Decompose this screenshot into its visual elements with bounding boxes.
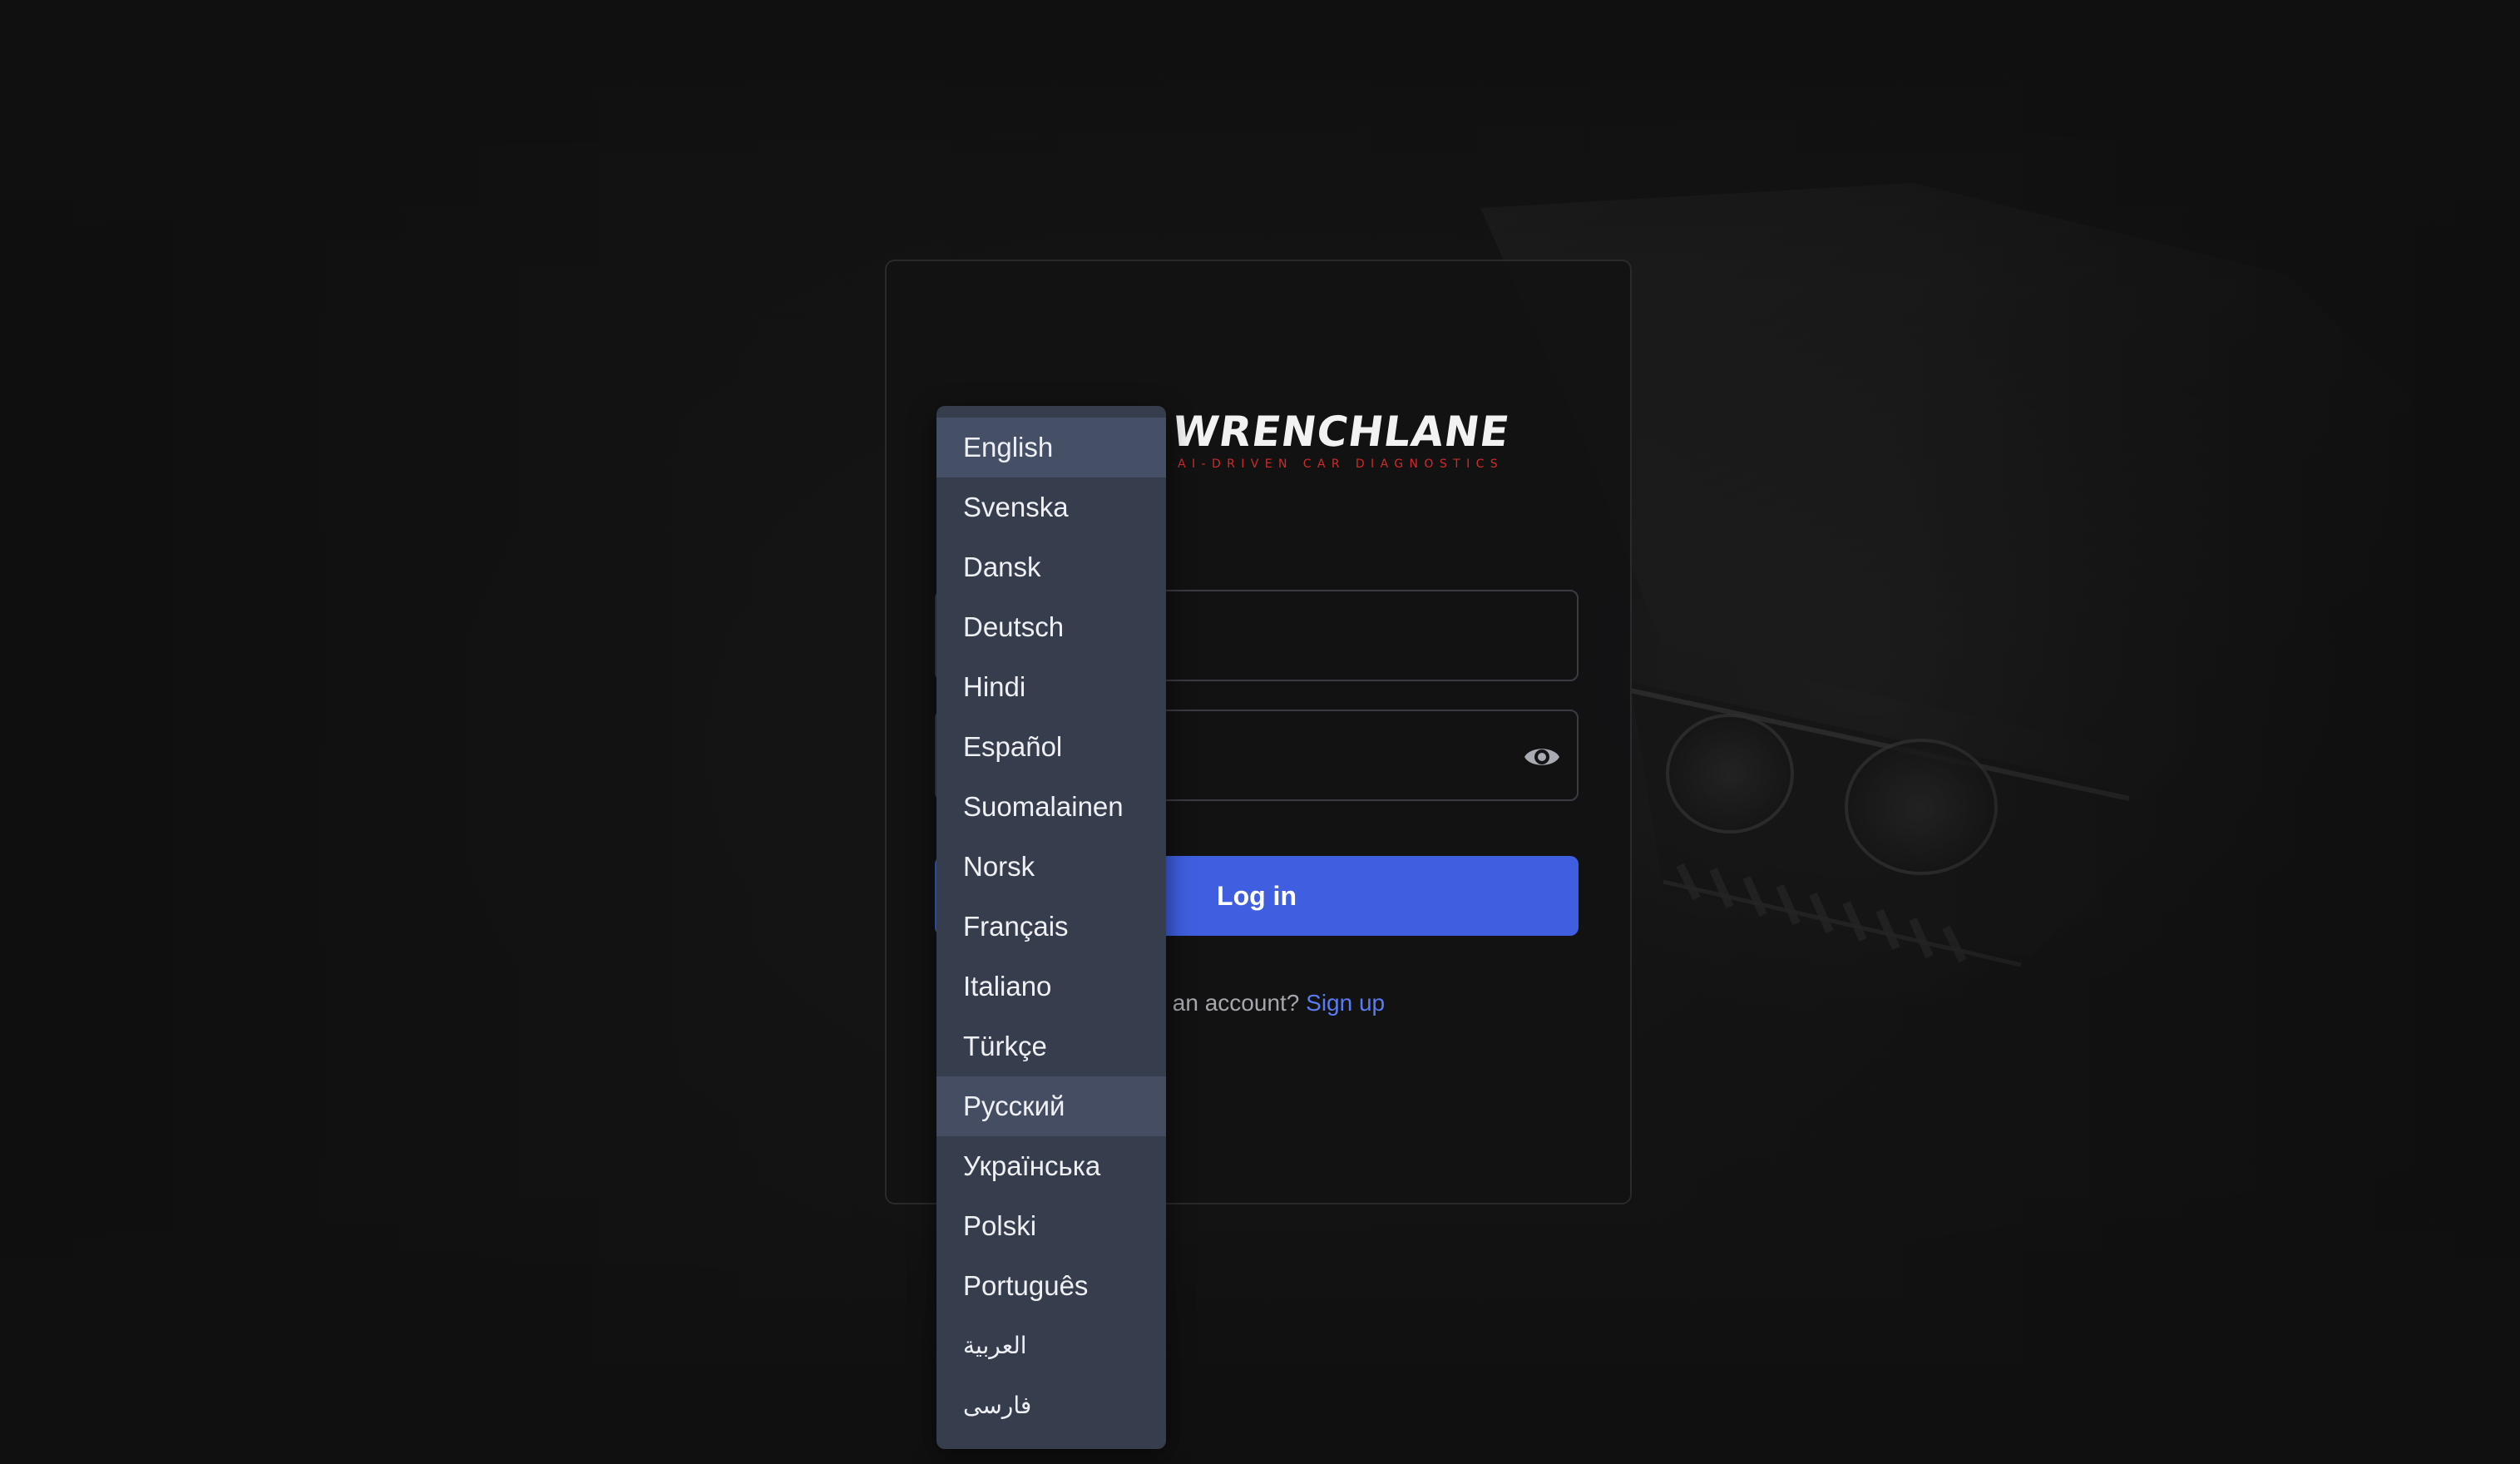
language-option-farsi[interactable]: فارسی [936,1376,1166,1436]
language-option-english[interactable]: English [936,418,1166,477]
language-option-arabic[interactable]: العربية [936,1316,1166,1376]
brand-logo: WRENCHLANE AI-DRIVEN CAR DIAGNOSTICS [1169,408,1522,474]
signup-link[interactable]: Sign up [1306,990,1385,1016]
language-dropdown[interactable]: English Svenska Dansk Deutsch Hindi Espa… [936,406,1166,1449]
language-option-francais[interactable]: Français [936,897,1166,957]
language-option-polski[interactable]: Polski [936,1196,1166,1256]
language-option-hindi[interactable]: Hindi [936,657,1166,717]
language-option-ukrainian[interactable]: Українська [936,1136,1166,1196]
language-list: English Svenska Dansk Deutsch Hindi Espa… [936,406,1166,1436]
language-option-portugues[interactable]: Português [936,1256,1166,1316]
language-option-svenska[interactable]: Svenska [936,477,1166,537]
language-option-turkce[interactable]: Türkçe [936,1016,1166,1076]
brand-tagline: AI-DRIVEN CAR DIAGNOSTICS [1178,458,1505,471]
language-option-suomalainen[interactable]: Suomalainen [936,777,1166,837]
language-option-italiano[interactable]: Italiano [936,957,1166,1016]
language-option-russian[interactable]: Русский [936,1076,1166,1136]
login-page: WRENCHLANE AI-DRIVEN CAR DIAGNOSTICS ame… [0,0,2520,1464]
language-option-deutsch[interactable]: Deutsch [936,597,1166,657]
language-option-norsk[interactable]: Norsk [936,837,1166,897]
language-option-dansk[interactable]: Dansk [936,537,1166,597]
eye-icon[interactable] [1522,738,1562,776]
language-option-espanol[interactable]: Español [936,717,1166,777]
brand-name: WRENCHLANE [1169,408,1513,456]
